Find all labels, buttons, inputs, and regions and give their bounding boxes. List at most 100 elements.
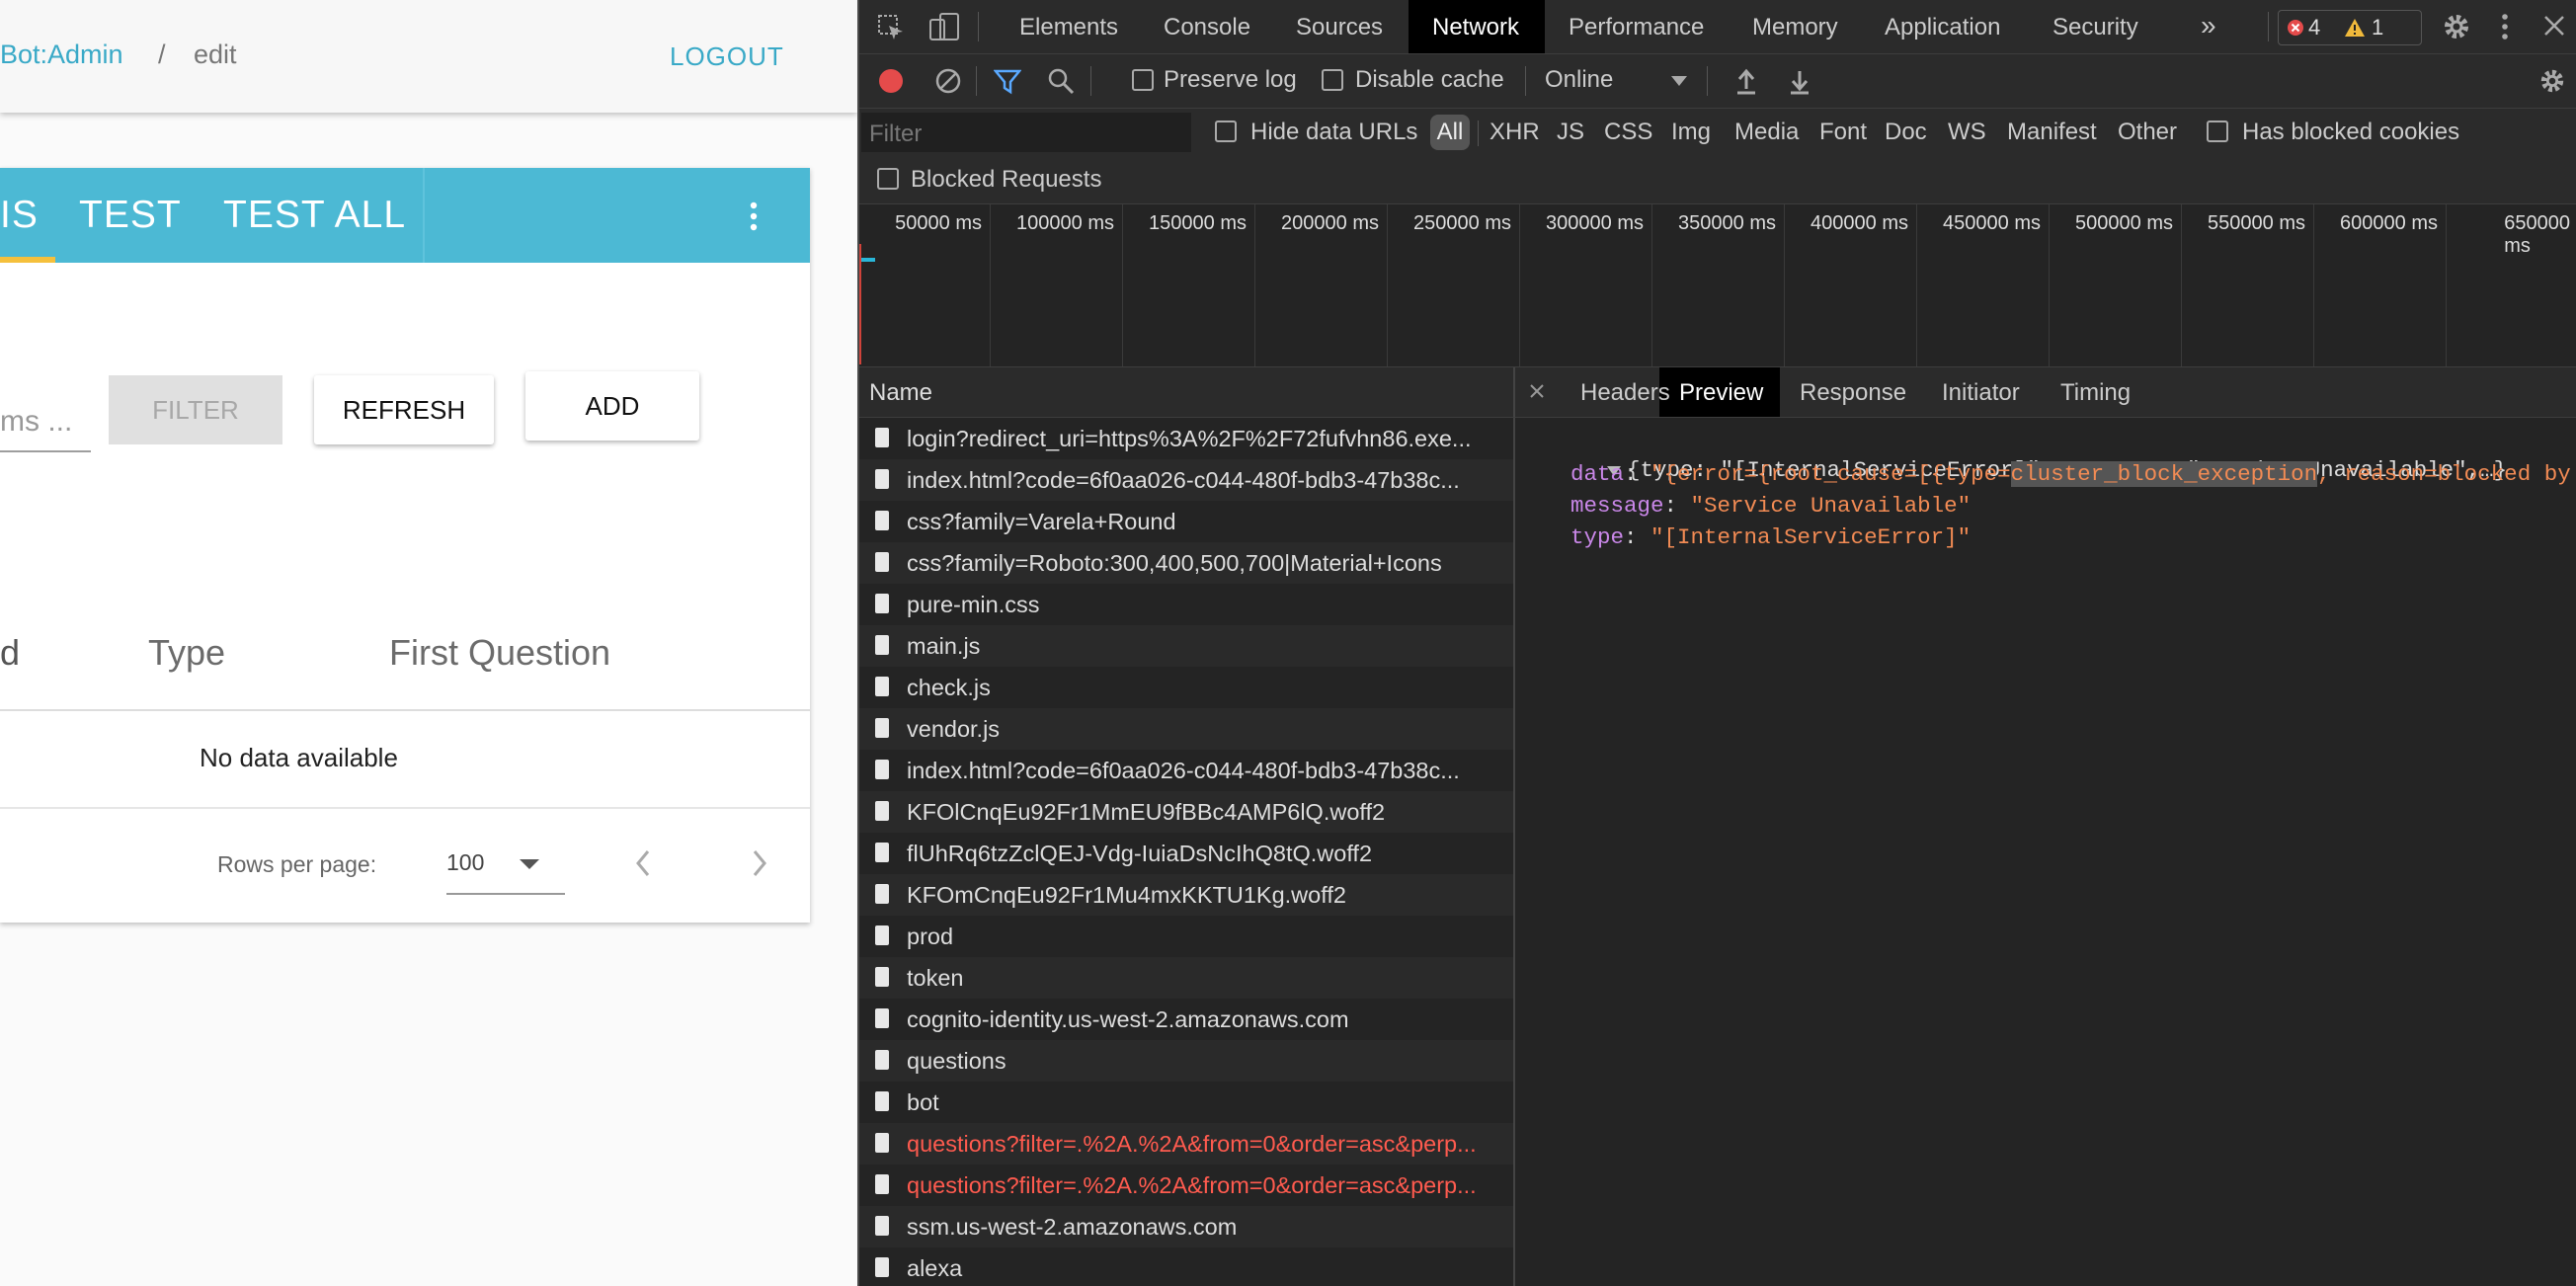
issues-counter[interactable]: 4 1: [2278, 10, 2422, 45]
column-header-id[interactable]: d: [0, 632, 20, 674]
request-row[interactable]: KFOlCnqEu92Fr1MmEU9fBBc4AMP6lQ.woff2: [857, 791, 1513, 833]
export-har-icon[interactable]: [1788, 67, 1811, 95]
clear-icon[interactable]: [934, 67, 962, 95]
filter-type-media[interactable]: Media: [1734, 119, 1799, 146]
request-row[interactable]: bot: [857, 1082, 1513, 1123]
filter-funnel-icon[interactable]: [994, 67, 1021, 95]
tab-sources[interactable]: Sources: [1296, 14, 1383, 41]
tab-test[interactable]: TEST: [79, 194, 182, 237]
detail-tab-initiator[interactable]: Initiator: [1942, 379, 2020, 407]
close-icon[interactable]: [2542, 14, 2566, 38]
filter-type-doc[interactable]: Doc: [1885, 119, 1927, 146]
tab-memory[interactable]: Memory: [1752, 14, 1838, 41]
search-icon[interactable]: [1047, 67, 1075, 95]
throttling-select[interactable]: Online: [1545, 66, 1613, 94]
filter-type-img[interactable]: Img: [1671, 119, 1711, 146]
timeline-request-bar: [861, 258, 875, 262]
network-settings-gear-icon[interactable]: [2538, 67, 2566, 95]
request-row[interactable]: pure-min.css: [857, 584, 1513, 625]
tab-bar: IS TEST TEST ALL: [0, 168, 810, 263]
name-column-header[interactable]: Name: [857, 367, 1515, 418]
detail-tab-timing[interactable]: Timing: [2060, 379, 2131, 407]
detail-tab-preview[interactable]: Preview: [1679, 379, 1763, 407]
filter-type-xhr[interactable]: XHR: [1489, 119, 1540, 146]
inspect-element-icon[interactable]: [877, 14, 905, 41]
file-icon: [875, 1133, 889, 1153]
import-har-icon[interactable]: [1734, 67, 1758, 95]
request-row[interactable]: css?family=Roboto:300,400,500,700|Materi…: [857, 542, 1513, 584]
request-row[interactable]: vendor.js: [857, 708, 1513, 750]
tab-elements[interactable]: Elements: [1019, 14, 1118, 41]
request-row[interactable]: css?family=Varela+Round: [857, 501, 1513, 542]
column-header-first-question[interactable]: First Question: [389, 632, 610, 674]
timeline-tick-label: 450000 ms: [1943, 212, 2041, 234]
has-blocked-cookies-checkbox[interactable]: [2207, 121, 2228, 142]
timeline-gridline: [2181, 204, 2182, 366]
filter-button[interactable]: FILTER: [109, 375, 282, 444]
request-name: KFOmCnqEu92Fr1Mu4mxKKTU1Kg.woff2: [907, 882, 1346, 908]
dropdown-arrow-icon[interactable]: [520, 859, 539, 869]
tab-security[interactable]: Security: [2053, 14, 2138, 41]
logout-button[interactable]: LOGOUT: [670, 41, 784, 72]
devtools-divider[interactable]: [857, 0, 859, 1286]
request-row[interactable]: login?redirect_uri=https%3A%2F%2F72fufvh…: [857, 418, 1513, 459]
close-detail-icon[interactable]: [1529, 383, 1545, 399]
settings-gear-icon[interactable]: [2442, 12, 2471, 41]
timeline-gridline: [1519, 204, 1520, 366]
add-button[interactable]: ADD: [525, 371, 699, 441]
timeline-tick-label: 200000 ms: [1281, 212, 1379, 234]
request-row[interactable]: KFOmCnqEu92Fr1Mu4mxKKTU1Kg.woff2: [857, 874, 1513, 916]
request-row[interactable]: alexa: [857, 1247, 1513, 1286]
request-row[interactable]: questions: [857, 1040, 1513, 1082]
breadcrumb-bot[interactable]: Bot:Admin: [0, 40, 123, 70]
request-row[interactable]: prod: [857, 916, 1513, 957]
disable-cache-checkbox[interactable]: [1322, 69, 1343, 91]
hide-data-urls-checkbox[interactable]: [1215, 121, 1237, 142]
record-icon[interactable]: [877, 67, 905, 95]
throttle-dropdown-icon[interactable]: [1671, 76, 1687, 86]
detail-tab-headers[interactable]: Headers: [1580, 379, 1670, 407]
preserve-log-checkbox[interactable]: [1132, 69, 1154, 91]
devtools-menu-icon[interactable]: [2499, 12, 2511, 41]
filter-type-font[interactable]: Font: [1819, 119, 1867, 146]
filter-type-other[interactable]: Other: [2118, 119, 2177, 146]
filter-type-ws[interactable]: WS: [1948, 119, 1986, 146]
blocked-requests-checkbox[interactable]: [877, 168, 899, 190]
tab-performance[interactable]: Performance: [1569, 14, 1704, 41]
request-list[interactable]: login?redirect_uri=https%3A%2F%2F72fufvh…: [857, 418, 1515, 1286]
request-row[interactable]: index.html?code=6f0aa026-c044-480f-bdb3-…: [857, 459, 1513, 501]
tab-application[interactable]: Application: [1885, 14, 2000, 41]
request-row[interactable]: index.html?code=6f0aa026-c044-480f-bdb3-…: [857, 750, 1513, 791]
more-vert-icon[interactable]: [748, 201, 760, 231]
request-row[interactable]: check.js: [857, 667, 1513, 708]
filter-type-js[interactable]: JS: [1557, 119, 1584, 146]
file-icon: [875, 1216, 889, 1236]
filter-type-css[interactable]: CSS: [1604, 119, 1652, 146]
chevron-left-icon[interactable]: [632, 847, 656, 879]
chevron-right-icon[interactable]: [747, 847, 770, 879]
search-input[interactable]: ms ...: [0, 405, 72, 439]
rows-per-page-select[interactable]: 100: [446, 849, 484, 876]
more-tabs-button[interactable]: »: [2201, 10, 2216, 41]
request-row[interactable]: questions?filter=.%2A.%2A&from=0&order=a…: [857, 1165, 1513, 1206]
filter-input[interactable]: Filter: [861, 113, 1191, 152]
column-header-type[interactable]: Type: [148, 632, 225, 674]
request-row[interactable]: flUhRq6tzZclQEJ-Vdg-IuiaDsNcIhQ8tQ.woff2: [857, 833, 1513, 874]
tab-console[interactable]: Console: [1164, 14, 1250, 41]
device-toolbar-icon[interactable]: [928, 12, 960, 41]
request-row[interactable]: token: [857, 957, 1513, 999]
request-row[interactable]: ssm.us-west-2.amazonaws.com: [857, 1206, 1513, 1247]
refresh-button[interactable]: REFRESH: [314, 375, 494, 444]
toolbar-divider: [1525, 66, 1526, 96]
tab-questions[interactable]: IS: [0, 194, 39, 237]
network-timeline[interactable]: 50000 ms 100000 ms 150000 ms 200000 ms 25000…: [857, 204, 2576, 367]
tab-network[interactable]: Network: [1432, 14, 1519, 41]
tab-test-all[interactable]: TEST ALL: [223, 194, 406, 237]
detail-tab-response[interactable]: Response: [1800, 379, 1906, 407]
filter-type-all[interactable]: All: [1430, 115, 1470, 150]
request-name: prod: [907, 924, 954, 949]
filter-type-manifest[interactable]: Manifest: [2007, 119, 2097, 146]
request-row[interactable]: main.js: [857, 625, 1513, 667]
request-row[interactable]: cognito-identity.us-west-2.amazonaws.com: [857, 999, 1513, 1040]
request-row[interactable]: questions?filter=.%2A.%2A&from=0&order=a…: [857, 1123, 1513, 1165]
